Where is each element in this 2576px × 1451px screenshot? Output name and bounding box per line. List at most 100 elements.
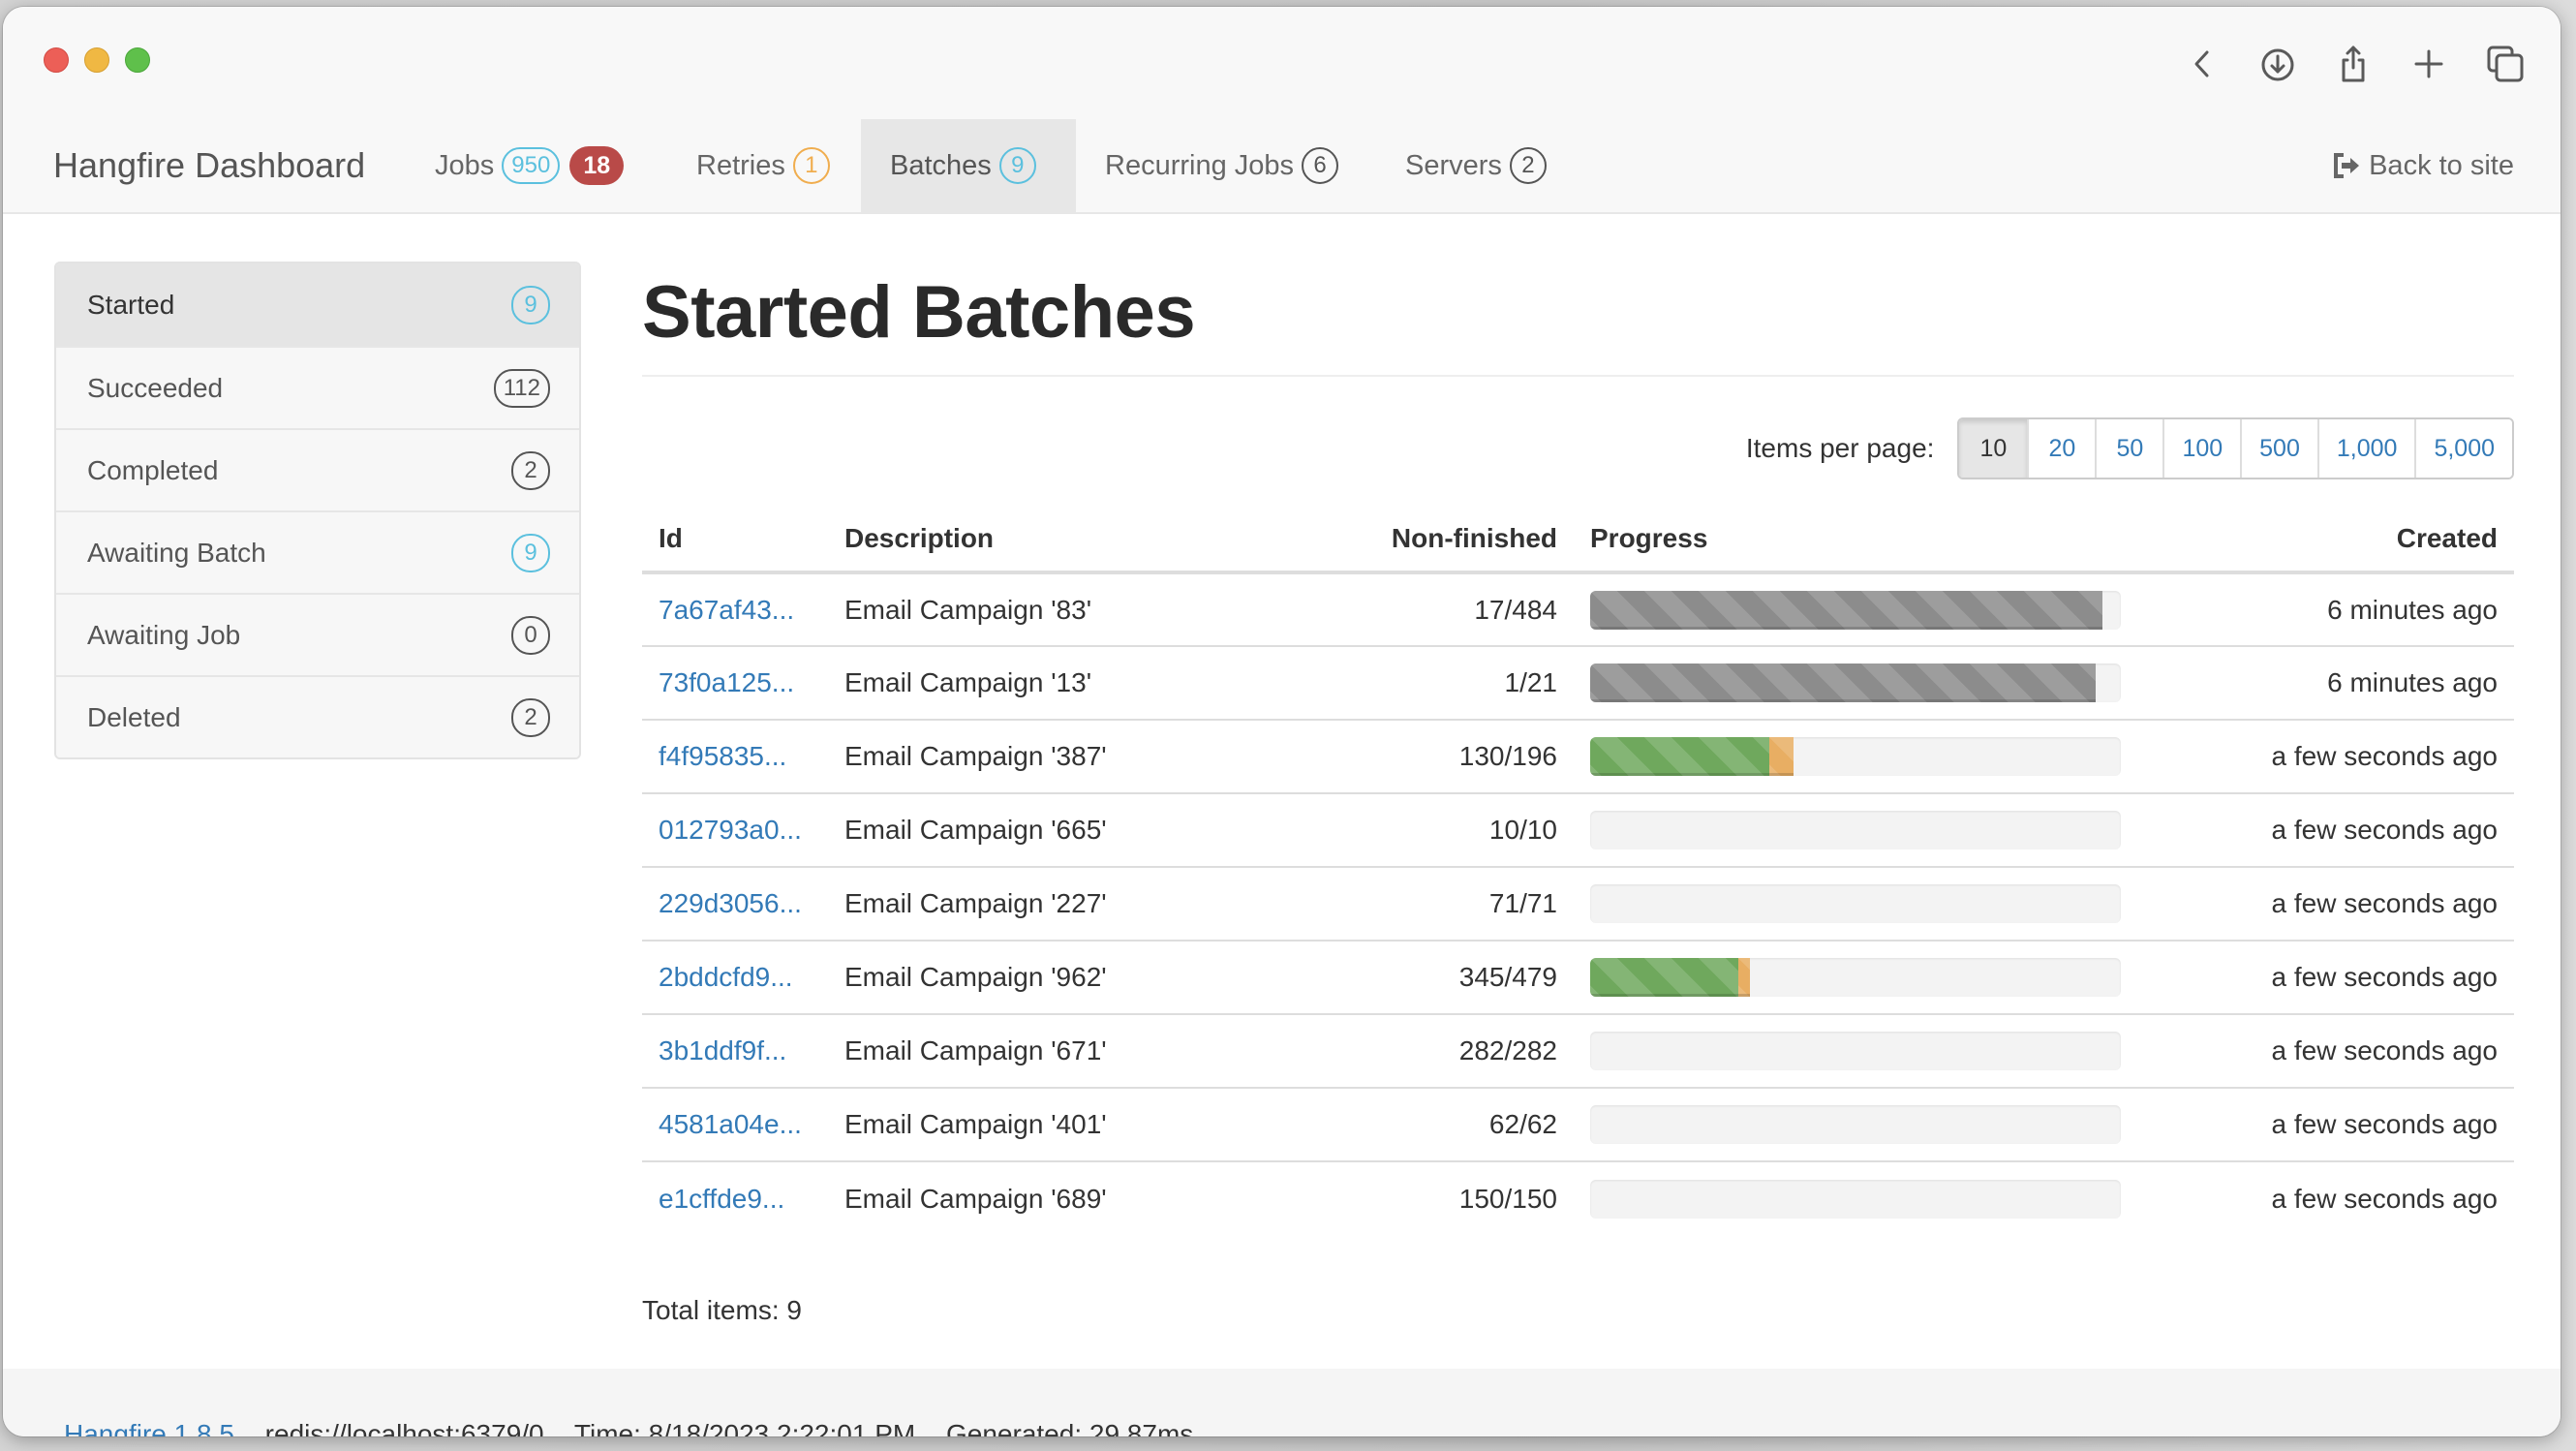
sidebar-item-count: 112 <box>493 368 550 408</box>
sign-out-icon <box>2334 153 2360 178</box>
sidebar-item-count: 9 <box>511 285 550 324</box>
cell-id: 3b1ddf9f... <box>642 1013 828 1088</box>
cell-non-finished: 1/21 <box>1370 645 1574 720</box>
cell-progress <box>1574 645 2137 720</box>
page-size-option[interactable]: 50 <box>2095 419 2163 478</box>
sidebar-item-label: Deleted <box>87 701 181 732</box>
table-row: 7a67af43... Email Campaign '83' 17/484 6 mi… <box>642 572 2514 646</box>
cell-id: e1cffde9... <box>642 1160 828 1235</box>
maximize-window-button[interactable] <box>125 47 150 73</box>
hangfire-version-link[interactable]: Hangfire 1.8.5 <box>64 1419 234 1436</box>
progress-bar <box>1590 590 2121 630</box>
table-row: 3b1ddf9f... Email Campaign '671' 282/282 a … <box>642 1013 2514 1088</box>
cell-description: Email Campaign '671' <box>828 1013 1370 1088</box>
batch-id-link[interactable]: 73f0a125... <box>659 667 794 697</box>
progress-segment-gray <box>1590 590 2102 630</box>
footer: Hangfire 1.8.5 redis://localhost:6379/0 … <box>3 1369 2561 1436</box>
cell-description: Email Campaign '387' <box>828 719 1370 793</box>
sidebar-item-count: 2 <box>511 450 550 490</box>
nav-jobs[interactable]: Jobs 950 18 <box>406 119 653 212</box>
main-content: Started Batches Items per page: 10 20 50 10… <box>642 249 2514 1326</box>
browser-window: Hangfire Dashboard Jobs 950 18 Retries 1… <box>3 7 2561 1436</box>
page-size-option[interactable]: 5,000 <box>2414 419 2512 478</box>
tabs-overview-icon[interactable] <box>2485 44 2526 84</box>
batch-id-link[interactable]: 2bddcfd9... <box>659 962 793 992</box>
minimize-window-button[interactable] <box>84 47 109 73</box>
header-id: Id <box>642 507 828 574</box>
share-icon[interactable] <box>2333 44 2374 84</box>
nav-batches-label: Batches <box>890 149 992 181</box>
title-divider <box>642 375 2514 377</box>
header-progress: Progress <box>1574 507 2137 574</box>
table-row: 4581a04e... Email Campaign '401' 62/62 a fe… <box>642 1087 2514 1161</box>
table-row: 73f0a125... Email Campaign '13' 1/21 6 minu… <box>642 645 2514 720</box>
cell-progress <box>1574 940 2137 1014</box>
cell-description: Email Campaign '227' <box>828 866 1370 941</box>
header-non-finished: Non-finished <box>1370 507 1574 574</box>
sidebar-item-completed[interactable]: Completed 2 <box>56 428 579 510</box>
progress-bar <box>1590 811 2121 849</box>
cell-progress <box>1574 792 2137 867</box>
batch-id-link[interactable]: 012793a0... <box>659 815 802 845</box>
cell-non-finished: 130/196 <box>1370 719 1574 793</box>
sidebar-item-count: 2 <box>511 697 550 737</box>
nav-batches[interactable]: Batches 9 <box>861 119 1076 212</box>
back-to-site-link[interactable]: Back to site <box>2330 119 2514 212</box>
batch-id-link[interactable]: f4f95835... <box>659 741 786 771</box>
cell-created: a few seconds ago <box>2137 1013 2514 1088</box>
cell-id: 2bddcfd9... <box>642 940 828 1014</box>
batch-id-link[interactable]: 229d3056... <box>659 888 802 918</box>
back-to-site-label: Back to site <box>2369 149 2514 181</box>
batch-id-link[interactable]: 4581a04e... <box>659 1109 802 1139</box>
progress-bar <box>1590 884 2121 923</box>
batch-id-link[interactable]: e1cffde9... <box>659 1184 784 1214</box>
items-per-page-label: Items per page: <box>1745 433 1935 463</box>
page-size-option[interactable]: 100 <box>2162 419 2241 478</box>
items-per-page-selector: 10 20 50 100 500 1,000 5,000 <box>1957 417 2514 479</box>
sidebar-item-awaiting-batch[interactable]: Awaiting Batch 9 <box>56 510 579 593</box>
page-size-option[interactable]: 1,000 <box>2316 419 2415 478</box>
sidebar-item-started[interactable]: Started 9 <box>56 263 579 346</box>
sidebar-item-label: Awaiting Batch <box>87 537 266 568</box>
nav-retries[interactable]: Retries 1 <box>667 119 859 212</box>
page-size-option[interactable]: 20 <box>2027 419 2096 478</box>
cell-created: 6 minutes ago <box>2327 594 2498 625</box>
retries-count-badge: 1 <box>792 147 830 184</box>
cell-progress <box>1574 719 2137 793</box>
cell-id: 012793a0... <box>642 792 828 867</box>
batch-id-link[interactable]: 3b1ddf9f... <box>659 1035 786 1065</box>
cell-id: 73f0a125... <box>642 645 828 720</box>
progress-segment-gray <box>1590 664 2096 702</box>
nav-servers[interactable]: Servers 2 <box>1376 119 1576 212</box>
page-size-option[interactable]: 500 <box>2240 419 2317 478</box>
sidebar-item-deleted[interactable]: Deleted 2 <box>56 675 579 757</box>
cell-non-finished: 10/10 <box>1370 792 1574 867</box>
cell-description: Email Campaign '401' <box>828 1087 1370 1161</box>
new-tab-icon[interactable] <box>2408 44 2449 84</box>
jobs-count-badge: 950 <box>502 147 561 184</box>
table-header-row: Id Description Non-finished Progress Cre… <box>642 507 2514 574</box>
cell-description: Email Campaign '689' <box>828 1160 1370 1235</box>
progress-segment-orange <box>1737 958 1751 997</box>
sidebar-item-succeeded[interactable]: Succeeded 112 <box>56 346 579 428</box>
page-size-option[interactable]: 10 <box>1959 419 2028 478</box>
batch-id-link[interactable]: 7a67af43... <box>659 595 794 625</box>
table-row: e1cffde9... Email Campaign '689' 150/150 a … <box>642 1160 2514 1235</box>
back-icon[interactable] <box>2182 44 2223 84</box>
cell-created: a few seconds ago <box>2137 866 2514 941</box>
download-icon[interactable] <box>2257 44 2298 84</box>
nav-recurring-jobs[interactable]: Recurring Jobs 6 <box>1076 119 1367 212</box>
cell-created: a few seconds ago <box>2137 792 2514 867</box>
sidebar-item-label: Completed <box>87 454 219 485</box>
sidebar-item-awaiting-job[interactable]: Awaiting Job 0 <box>56 593 579 675</box>
progress-segment-green <box>1590 737 1769 776</box>
servers-count-badge: 2 <box>1509 147 1547 184</box>
cell-description: Email Campaign '83' <box>844 594 1092 625</box>
sidebar-item-count: 0 <box>511 615 550 655</box>
page-title: Started Batches <box>642 271 1196 354</box>
brand-title[interactable]: Hangfire Dashboard <box>53 111 365 212</box>
jobs-failed-badge: 18 <box>569 146 625 185</box>
cell-id: 229d3056... <box>642 866 828 941</box>
close-window-button[interactable] <box>44 47 69 73</box>
cell-non-finished: 17/484 <box>1474 594 1557 625</box>
